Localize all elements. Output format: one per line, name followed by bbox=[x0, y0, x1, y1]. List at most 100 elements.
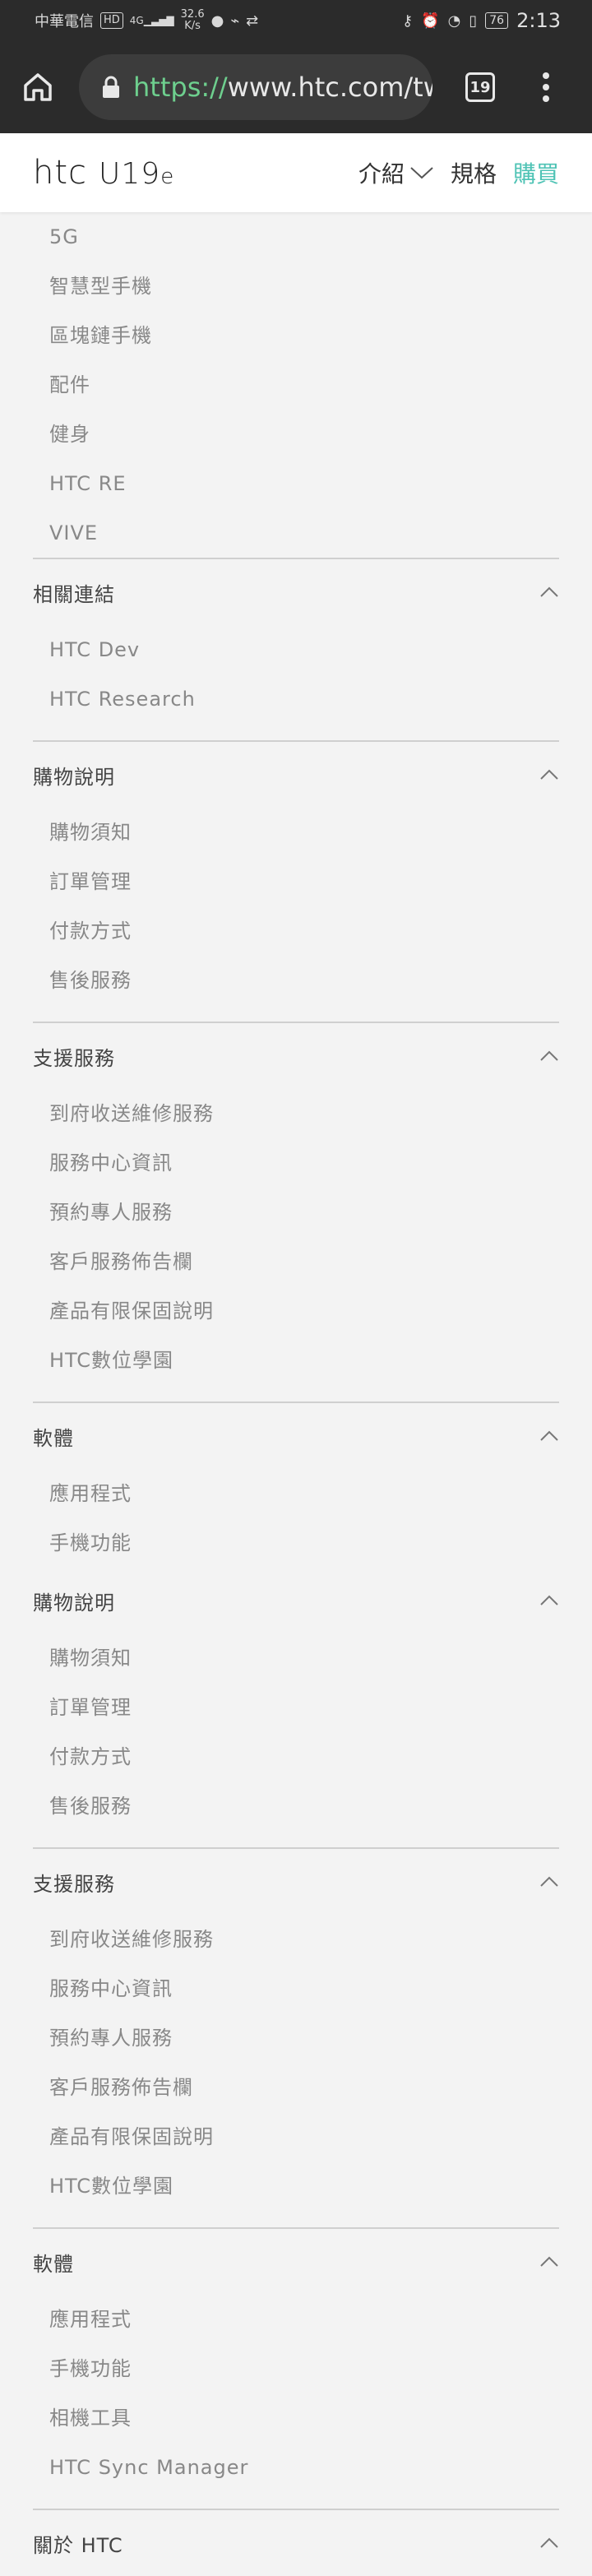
footer-link[interactable]: 預約專人服務 bbox=[0, 1188, 592, 1237]
logo-model: U19 bbox=[99, 157, 161, 191]
footer-link[interactable]: 購物須知 bbox=[0, 1633, 592, 1683]
lock-icon bbox=[103, 76, 119, 98]
chevron-up-icon[interactable] bbox=[539, 2537, 559, 2549]
footer-link[interactable]: 售後服務 bbox=[0, 956, 592, 1005]
footer-link[interactable]: 到府收送維修服務 bbox=[0, 1915, 592, 1964]
footer-link[interactable]: 預約專人服務 bbox=[0, 2013, 592, 2063]
speed-unit: K/s bbox=[184, 20, 201, 32]
signal-label: 4G bbox=[129, 14, 144, 26]
footer-link[interactable]: HTC RE bbox=[0, 459, 592, 508]
chevron-up-icon[interactable] bbox=[539, 1050, 559, 1062]
browser-toolbar: https://www.htc.com/tw 19 bbox=[0, 41, 592, 133]
footer-link[interactable]: 付款方式 bbox=[0, 906, 592, 956]
footer-link[interactable]: HTC Research bbox=[0, 674, 592, 724]
footer-link[interactable]: HTC數位學園 bbox=[0, 2161, 592, 2211]
footer-link[interactable]: 購物須知 bbox=[0, 808, 592, 857]
section-header[interactable]: 關於 HTC bbox=[0, 2510, 592, 2576]
footer-link[interactable]: 智慧型手機 bbox=[0, 262, 592, 311]
footer-link[interactable]: 相機工具 bbox=[0, 2393, 592, 2443]
section-title: 購物說明 bbox=[33, 1591, 115, 1615]
battery-icon: 76 bbox=[485, 12, 509, 29]
tab-switcher-button[interactable]: 19 bbox=[465, 72, 495, 102]
footer-link[interactable]: 應用程式 bbox=[0, 2295, 592, 2344]
footer-link[interactable]: HTC數位學園 bbox=[0, 1336, 592, 1385]
carrier-label: 中華電信 bbox=[35, 13, 94, 30]
footer-link[interactable]: 付款方式 bbox=[0, 1732, 592, 1781]
network-speed: 32.6 K/s bbox=[181, 9, 205, 32]
nav-spec[interactable]: 規格 bbox=[451, 156, 497, 189]
status-left: 中華電信 HD 4G▁▃▅▇ 32.6 K/s ● ⌁ ⇄ bbox=[35, 9, 258, 32]
sync-icon: ⇄ bbox=[246, 12, 259, 30]
section-title: 軟體 bbox=[33, 1426, 74, 1450]
footer-link[interactable]: VIVE bbox=[0, 508, 592, 558]
footer-link[interactable]: 客戶服務佈告欄 bbox=[0, 2063, 592, 2112]
key-icon: ⚷ bbox=[402, 12, 414, 30]
clock: 2:13 bbox=[516, 9, 561, 32]
chevron-up-icon[interactable] bbox=[539, 2256, 559, 2268]
speed-value: 32.6 bbox=[180, 8, 205, 21]
footer-menu: 5G 智慧型手機 區塊鏈手機 配件 健身 HTC RE VIVE 相關連結 HTC Dev HT… bbox=[0, 212, 592, 2576]
section-header[interactable]: 購物說明 bbox=[0, 1568, 592, 1633]
footer-link[interactable]: 到府收送維修服務 bbox=[0, 1089, 592, 1138]
section-title: 購物說明 bbox=[33, 765, 115, 789]
section-header[interactable]: 相關連結 bbox=[0, 559, 592, 625]
menu-dot bbox=[543, 95, 549, 102]
chevron-up-icon[interactable] bbox=[539, 1595, 559, 1606]
browser-menu-button[interactable] bbox=[536, 69, 556, 105]
chat-icon: ● bbox=[210, 12, 224, 30]
logo-brand: htc bbox=[33, 154, 88, 192]
nav-buy[interactable]: 購買 bbox=[513, 156, 559, 189]
top-links-list: 5G 智慧型手機 區塊鏈手機 配件 健身 HTC RE VIVE bbox=[0, 212, 592, 558]
menu-dot bbox=[543, 72, 549, 79]
footer-link[interactable]: 配件 bbox=[0, 360, 592, 410]
section-header[interactable]: 支援服務 bbox=[0, 1023, 592, 1089]
section-header[interactable]: 支援服務 bbox=[0, 1849, 592, 1915]
footer-link[interactable]: 訂單管理 bbox=[0, 1683, 592, 1732]
footer-link[interactable]: 服務中心資訊 bbox=[0, 1138, 592, 1188]
url-text: https://www.htc.com/tw bbox=[133, 72, 432, 103]
site-header: htc U19e 介紹 規格 購買 bbox=[0, 133, 592, 212]
trend-icon: ⌁ bbox=[230, 12, 240, 30]
footer-link[interactable]: 健身 bbox=[0, 410, 592, 459]
htc-logo[interactable]: htc U19e bbox=[33, 154, 174, 192]
chevron-down-icon bbox=[410, 167, 433, 179]
section-header[interactable]: 購物說明 bbox=[0, 742, 592, 808]
signal-icon: 4G▁▃▅▇ bbox=[129, 14, 174, 26]
footer-link[interactable]: 訂單管理 bbox=[0, 857, 592, 906]
footer-link[interactable]: 應用程式 bbox=[0, 1469, 592, 1518]
footer-link[interactable]: 區塊鏈手機 bbox=[0, 311, 592, 360]
chevron-up-icon[interactable] bbox=[539, 1430, 559, 1442]
footer-link[interactable]: 客戶服務佈告欄 bbox=[0, 1237, 592, 1286]
section-title: 軟體 bbox=[33, 2252, 74, 2276]
footer-link[interactable]: 產品有限保固說明 bbox=[0, 1286, 592, 1336]
section-header[interactable]: 軟體 bbox=[0, 1403, 592, 1469]
chevron-up-icon[interactable] bbox=[539, 1876, 559, 1888]
footer-link[interactable]: 手機功能 bbox=[0, 1518, 592, 1568]
footer-link[interactable]: 5G bbox=[0, 212, 592, 262]
logo-sub: e bbox=[160, 164, 175, 189]
footer-link[interactable]: HTC Dev bbox=[0, 625, 592, 674]
footer-link[interactable]: HTC Sync Manager bbox=[0, 2443, 592, 2492]
hd-badge: HD bbox=[100, 12, 123, 29]
url-host: www.htc.com/tw bbox=[227, 72, 432, 103]
section-header[interactable]: 軟體 bbox=[0, 2229, 592, 2295]
footer-link[interactable]: 產品有限保固說明 bbox=[0, 2112, 592, 2161]
footer-link[interactable]: 售後服務 bbox=[0, 1781, 592, 1831]
footer-link[interactable]: 服務中心資訊 bbox=[0, 1964, 592, 2013]
chevron-up-icon[interactable] bbox=[539, 586, 559, 598]
address-bar[interactable]: https://www.htc.com/tw bbox=[79, 54, 432, 120]
nav-intro[interactable]: 介紹 bbox=[358, 156, 434, 189]
chevron-up-icon[interactable] bbox=[539, 769, 559, 781]
status-bar: 中華電信 HD 4G▁▃▅▇ 32.6 K/s ● ⌁ ⇄ ⚷ ⏰ ◔ ▯ 76 … bbox=[0, 0, 592, 41]
footer-link[interactable]: 手機功能 bbox=[0, 2344, 592, 2393]
home-icon[interactable] bbox=[21, 71, 54, 104]
speedometer-icon: ◔ bbox=[447, 12, 461, 30]
nav-intro-label: 介紹 bbox=[358, 160, 405, 188]
url-scheme: https:// bbox=[133, 72, 228, 103]
